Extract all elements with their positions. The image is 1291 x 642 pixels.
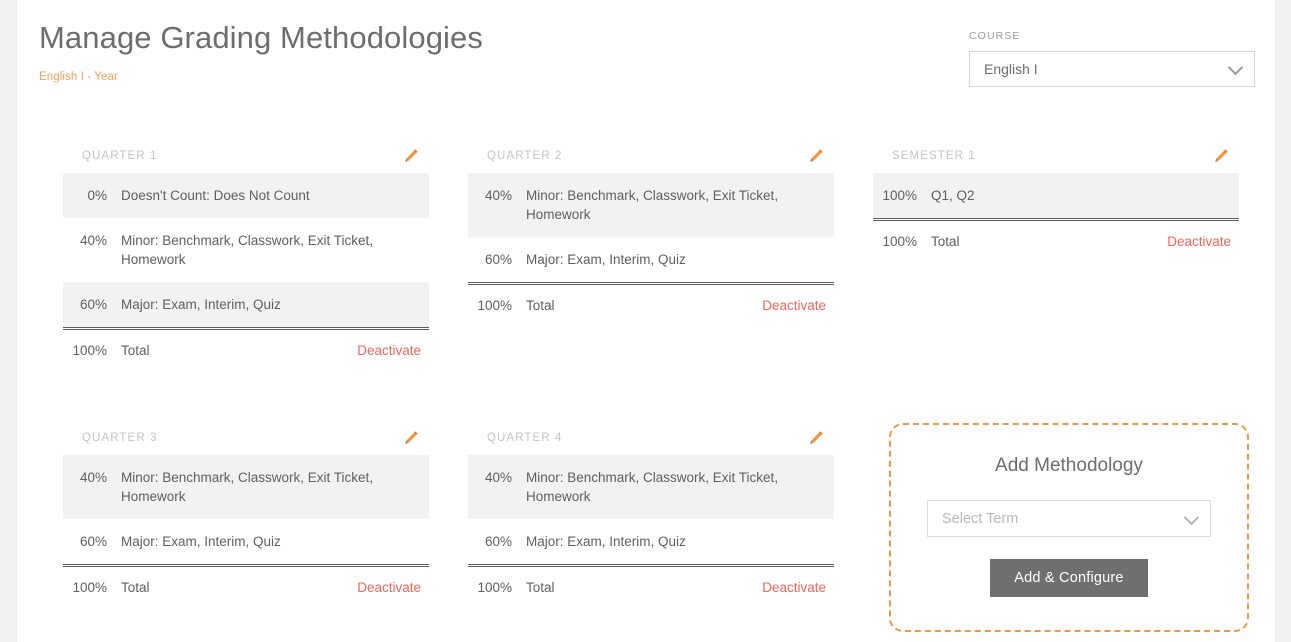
card-header: QUARTER 2 (468, 143, 834, 169)
card-rows: 100%Q1, Q2 (873, 173, 1239, 218)
card-title: SEMESTER 1 (892, 150, 976, 162)
total-label: Total (121, 343, 357, 358)
row-description: Major: Exam, Interim, Quiz (121, 295, 419, 314)
row-percent: 60% (468, 532, 526, 551)
row-description: Minor: Benchmark, Classwork, Exit Ticket… (526, 468, 824, 506)
course-select-value: English I (984, 61, 1038, 77)
page-content: Manage Grading Methodologies English I -… (17, 0, 1275, 642)
methodology-row[interactable]: 40%Minor: Benchmark, Classwork, Exit Tic… (63, 218, 429, 282)
total-percent: 100% (468, 580, 526, 595)
deactivate-link[interactable]: Deactivate (762, 298, 834, 313)
row-description: Q1, Q2 (931, 186, 1229, 205)
deactivate-link[interactable]: Deactivate (1167, 234, 1239, 249)
methodology-row[interactable]: 100%Q1, Q2 (873, 173, 1239, 218)
card-rows: 40%Minor: Benchmark, Classwork, Exit Tic… (468, 173, 834, 282)
course-picker: COURSE English I (969, 30, 1255, 87)
deactivate-link[interactable]: Deactivate (357, 580, 429, 595)
total-row: 100%TotalDeactivate (63, 567, 429, 608)
row-description: Major: Exam, Interim, Quiz (526, 532, 824, 551)
row-percent: 40% (63, 468, 121, 487)
row-percent: 40% (468, 186, 526, 205)
pencil-icon[interactable] (808, 430, 824, 446)
page-title: Manage Grading Methodologies (39, 18, 739, 58)
row-description: Major: Exam, Interim, Quiz (526, 250, 824, 269)
methodology-row[interactable]: 60%Major: Exam, Interim, Quiz (468, 519, 834, 564)
total-row: 100%TotalDeactivate (873, 221, 1239, 262)
methodology-card: QUARTER 1 0%Doesn't Count: Does Not Count… (63, 143, 429, 371)
add-and-configure-button[interactable]: Add & Configure (990, 559, 1147, 597)
card-rows: 40%Minor: Benchmark, Classwork, Exit Tic… (468, 455, 834, 564)
add-methodology-title: Add Methodology (995, 455, 1143, 477)
row-description: Doesn't Count: Does Not Count (121, 186, 419, 205)
methodology-card: QUARTER 4 40%Minor: Benchmark, Classwork,… (468, 425, 834, 608)
card-rows: 0%Doesn't Count: Does Not Count40%Minor:… (63, 173, 429, 327)
term-select[interactable]: Select Term (927, 500, 1211, 537)
row-percent: 60% (468, 250, 526, 269)
total-row: 100%TotalDeactivate (468, 567, 834, 608)
term-select-placeholder: Select Term (942, 511, 1018, 527)
card-title: QUARTER 3 (82, 432, 158, 444)
total-percent: 100% (468, 298, 526, 313)
row-description: Major: Exam, Interim, Quiz (121, 532, 419, 551)
total-label: Total (931, 234, 1167, 249)
card-header: QUARTER 1 (63, 143, 429, 169)
card-header: SEMESTER 1 (873, 143, 1239, 169)
row-percent: 60% (63, 295, 121, 314)
pencil-icon[interactable] (808, 148, 824, 164)
card-title: QUARTER 1 (82, 150, 158, 162)
add-methodology-panel: Add Methodology Select Term Add & Config… (889, 423, 1249, 632)
card-header: QUARTER 3 (63, 425, 429, 451)
deactivate-link[interactable]: Deactivate (762, 580, 834, 595)
methodology-card: QUARTER 3 40%Minor: Benchmark, Classwork,… (63, 425, 429, 608)
total-label: Total (526, 580, 762, 595)
grid-row-spacer (63, 371, 1263, 425)
pencil-icon[interactable] (1213, 148, 1229, 164)
row-description: Minor: Benchmark, Classwork, Exit Ticket… (121, 468, 419, 506)
total-label: Total (526, 298, 762, 313)
methodology-row[interactable]: 40%Minor: Benchmark, Classwork, Exit Tic… (63, 455, 429, 519)
row-percent: 40% (63, 231, 121, 250)
row-percent: 100% (873, 186, 931, 205)
total-percent: 100% (873, 234, 931, 249)
methodology-row[interactable]: 60%Major: Exam, Interim, Quiz (468, 237, 834, 282)
page-subtitle: English I - Year (39, 71, 739, 83)
row-description: Minor: Benchmark, Classwork, Exit Ticket… (121, 231, 419, 269)
total-label: Total (121, 580, 357, 595)
row-percent: 0% (63, 186, 121, 205)
course-label: COURSE (969, 30, 1255, 42)
total-percent: 100% (63, 343, 121, 358)
methodology-card: SEMESTER 1100%Q1, Q2100%TotalDeactivate (873, 143, 1239, 371)
methodology-row[interactable]: 60%Major: Exam, Interim, Quiz (63, 519, 429, 564)
card-title: QUARTER 2 (487, 150, 563, 162)
term-select-wrapper: Select Term (927, 500, 1211, 537)
total-percent: 100% (63, 580, 121, 595)
total-row: 100%TotalDeactivate (63, 330, 429, 371)
methodology-card: QUARTER 2 40%Minor: Benchmark, Classwork,… (468, 143, 834, 371)
row-percent: 40% (468, 468, 526, 487)
card-title: QUARTER 4 (487, 432, 563, 444)
card-rows: 40%Minor: Benchmark, Classwork, Exit Tic… (63, 455, 429, 564)
methodology-row[interactable]: 40%Minor: Benchmark, Classwork, Exit Tic… (468, 455, 834, 519)
course-select[interactable]: English I (969, 51, 1255, 87)
page-header: Manage Grading Methodologies English I -… (39, 18, 739, 83)
grid-row-top: QUARTER 1 0%Doesn't Count: Does Not Count… (63, 143, 1263, 371)
card-header: QUARTER 4 (468, 425, 834, 451)
methodology-row[interactable]: 0%Doesn't Count: Does Not Count (63, 173, 429, 218)
pencil-icon[interactable] (403, 430, 419, 446)
row-description: Minor: Benchmark, Classwork, Exit Ticket… (526, 186, 824, 224)
total-row: 100%TotalDeactivate (468, 285, 834, 326)
pencil-icon[interactable] (403, 148, 419, 164)
row-percent: 60% (63, 532, 121, 551)
chevron-down-icon (1228, 60, 1244, 76)
chevron-down-icon (1184, 509, 1200, 525)
methodology-row[interactable]: 60%Major: Exam, Interim, Quiz (63, 282, 429, 327)
deactivate-link[interactable]: Deactivate (357, 343, 429, 358)
methodology-row[interactable]: 40%Minor: Benchmark, Classwork, Exit Tic… (468, 173, 834, 237)
